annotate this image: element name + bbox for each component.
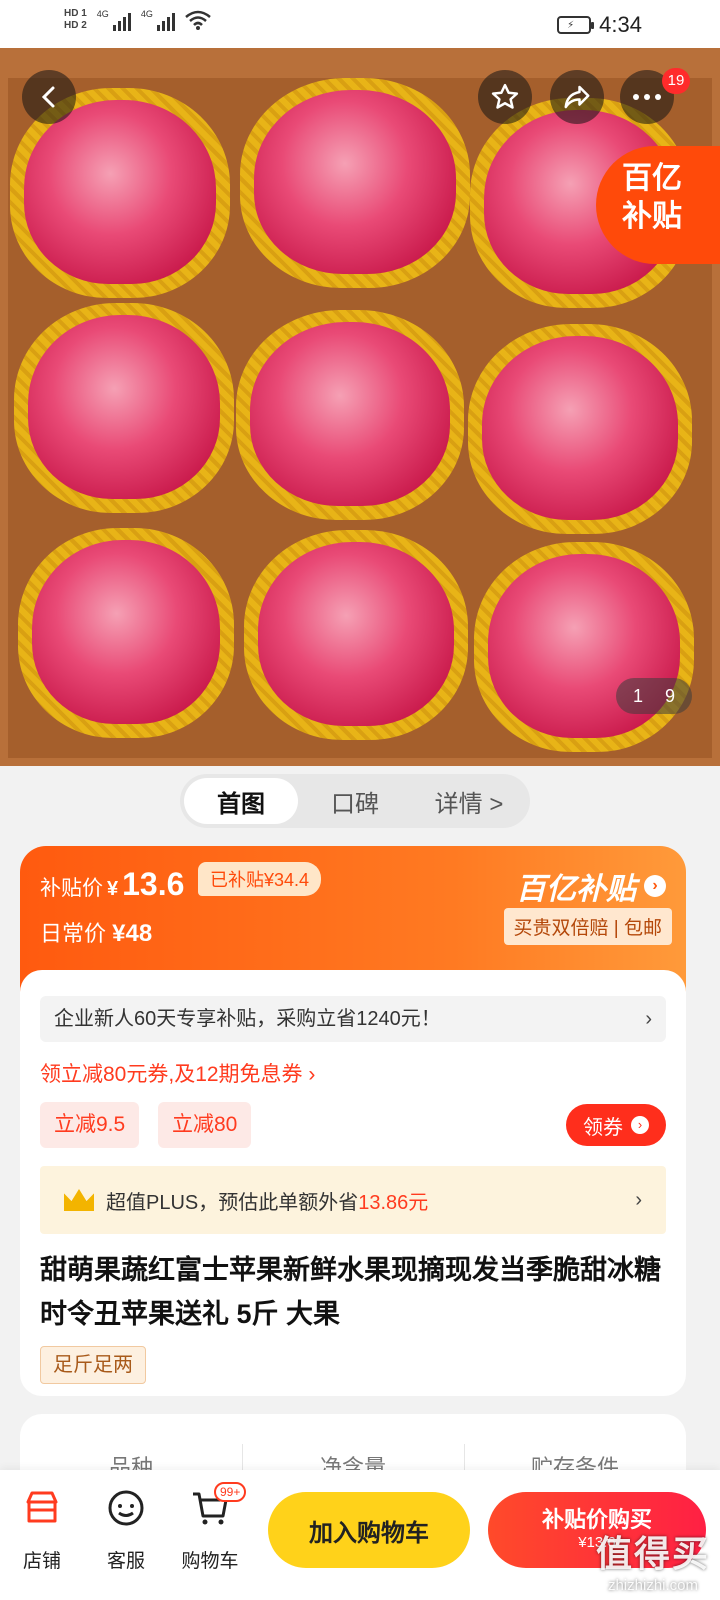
star-icon [491,83,519,109]
tab-details[interactable]: 详情 > [412,778,526,824]
battery-icon: ⚡ [557,16,595,34]
subsidy-price-row: 补贴价 ¥ 13.6 [40,866,184,903]
subsidy-tag-line2: 补贴 [622,200,682,233]
coupon-link[interactable]: 领立减80元券,及12期免息券 › [40,1058,315,1088]
hd2-label: HD 2 [64,20,87,31]
product-image[interactable]: 19 百亿 补贴 1 9 [0,48,720,766]
cart-count-badge: 99+ [214,1482,247,1502]
regular-price-row: 日常价 ¥48 [40,916,152,948]
service-chat-icon [108,1490,144,1526]
customer-service-button[interactable]: 客服 [86,1488,166,1573]
chevron-right-icon: › [635,1188,642,1211]
page-total: 9 [664,685,675,706]
product-info-card: 企业新人60天专享补贴，采购立省1240元！ › 领立减80元券,及12期免息券… [20,970,686,1396]
watermark-logo: 值得买 [595,1533,710,1574]
get-coupon-label: 领券 [583,1116,623,1139]
chevron-right-icon: › [631,1116,649,1134]
subsidized-amount-badge: 已补贴¥34.4 [198,862,322,896]
share-button[interactable] [550,70,604,124]
site-watermark: 值得买 zhizhizhi.com [596,1525,710,1594]
apple-image [474,542,694,752]
regular-price: ¥48 [112,920,153,947]
signal-2-icon: 4G [141,9,175,31]
chevron-right-icon: › [645,1008,652,1030]
service-label: 客服 [106,1551,145,1572]
chevron-left-icon [41,86,55,108]
status-bar: HD 1 HD 2 4G 4G ⚡ 4:34 [0,0,720,48]
status-time: 4:34 [599,12,642,37]
feature-tag: 足斤足两 [40,1346,146,1384]
back-button[interactable] [22,70,76,124]
tab-reviews[interactable]: 口碑 [298,778,412,824]
apple-image [14,303,234,513]
plus-savings-amount: 13.86元 [358,1191,429,1214]
status-left: HD 1 HD 2 4G 4G [64,8,211,32]
guarantee-badge: 买贵双倍赔 | 包邮 [503,908,672,945]
subsidy-tag: 百亿 补贴 [596,146,720,264]
subsidy-brand-label: 百亿补贴 [516,873,636,906]
wifi-icon [185,10,211,30]
page-current: 1 [632,685,643,706]
store-label: 店铺 [22,1551,61,1572]
section-tabs: 首图 口碑 详情 > [180,774,530,828]
currency-symbol: ¥ [107,878,119,900]
subsidy-price-label: 补贴价 [40,877,103,900]
apple-image [240,78,470,288]
enterprise-promo-text: 企业新人60天专享补贴，采购立省1240元！ [54,1008,441,1030]
apple-image [468,324,692,534]
chevron-right-icon: › [644,875,666,897]
add-to-cart-button[interactable]: 加入购物车 [268,1492,470,1568]
enterprise-promo-bar[interactable]: 企业新人60天专享补贴，采购立省1240元！ › [40,996,666,1042]
get-coupon-button[interactable]: 领券 › [566,1104,666,1146]
plus-savings-text: 超值PLUS，预估此单额外省13.86元 [106,1191,429,1214]
hd-indicators: HD 1 HD 2 [64,8,87,32]
signal-1-icon: 4G [97,9,131,31]
status-right: ⚡ 4:34 [557,12,642,38]
discount-tag: 立减80 [158,1102,252,1148]
subsidy-price: 13.6 [122,866,185,902]
more-dots-icon [633,94,661,100]
cart-label: 购物车 [181,1551,239,1572]
product-title: 甜萌果蔬红富士苹果新鲜水果现摘现发当季脆甜冰糖时令丑苹果送礼 5斤 大果 [40,1255,661,1329]
cart-button[interactable]: 99+ 购物车 [170,1482,250,1573]
apple-image [236,310,464,520]
subsidy-brand-link[interactable]: 百亿补贴 › [516,864,666,908]
regular-price-label: 日常价 [40,921,107,946]
notification-badge: 19 [662,68,690,94]
subsidy-tag-line1: 百亿 [622,162,682,195]
discount-tag: 立减9.5 [40,1102,140,1148]
store-icon [26,1491,58,1523]
favorite-button[interactable] [478,70,532,124]
bottom-action-bar: 店铺 客服 99+ 购物车 加入购物车 补贴价购买 ¥13.6 值得买 zhiz… [0,1470,720,1600]
share-icon [564,85,590,109]
tab-main-image[interactable]: 首图 [184,778,298,824]
image-page-indicator: 1 9 [616,678,692,714]
hd1-label: HD 1 [64,8,87,19]
plus-savings-bar[interactable]: 超值PLUS，预估此单额外省13.86元 › [40,1166,666,1234]
apple-image [244,530,468,740]
apple-image [18,528,234,738]
store-button[interactable]: 店铺 [2,1488,82,1573]
crown-icon [64,1189,94,1211]
watermark-url: zhizhizhi.com [607,1577,698,1594]
